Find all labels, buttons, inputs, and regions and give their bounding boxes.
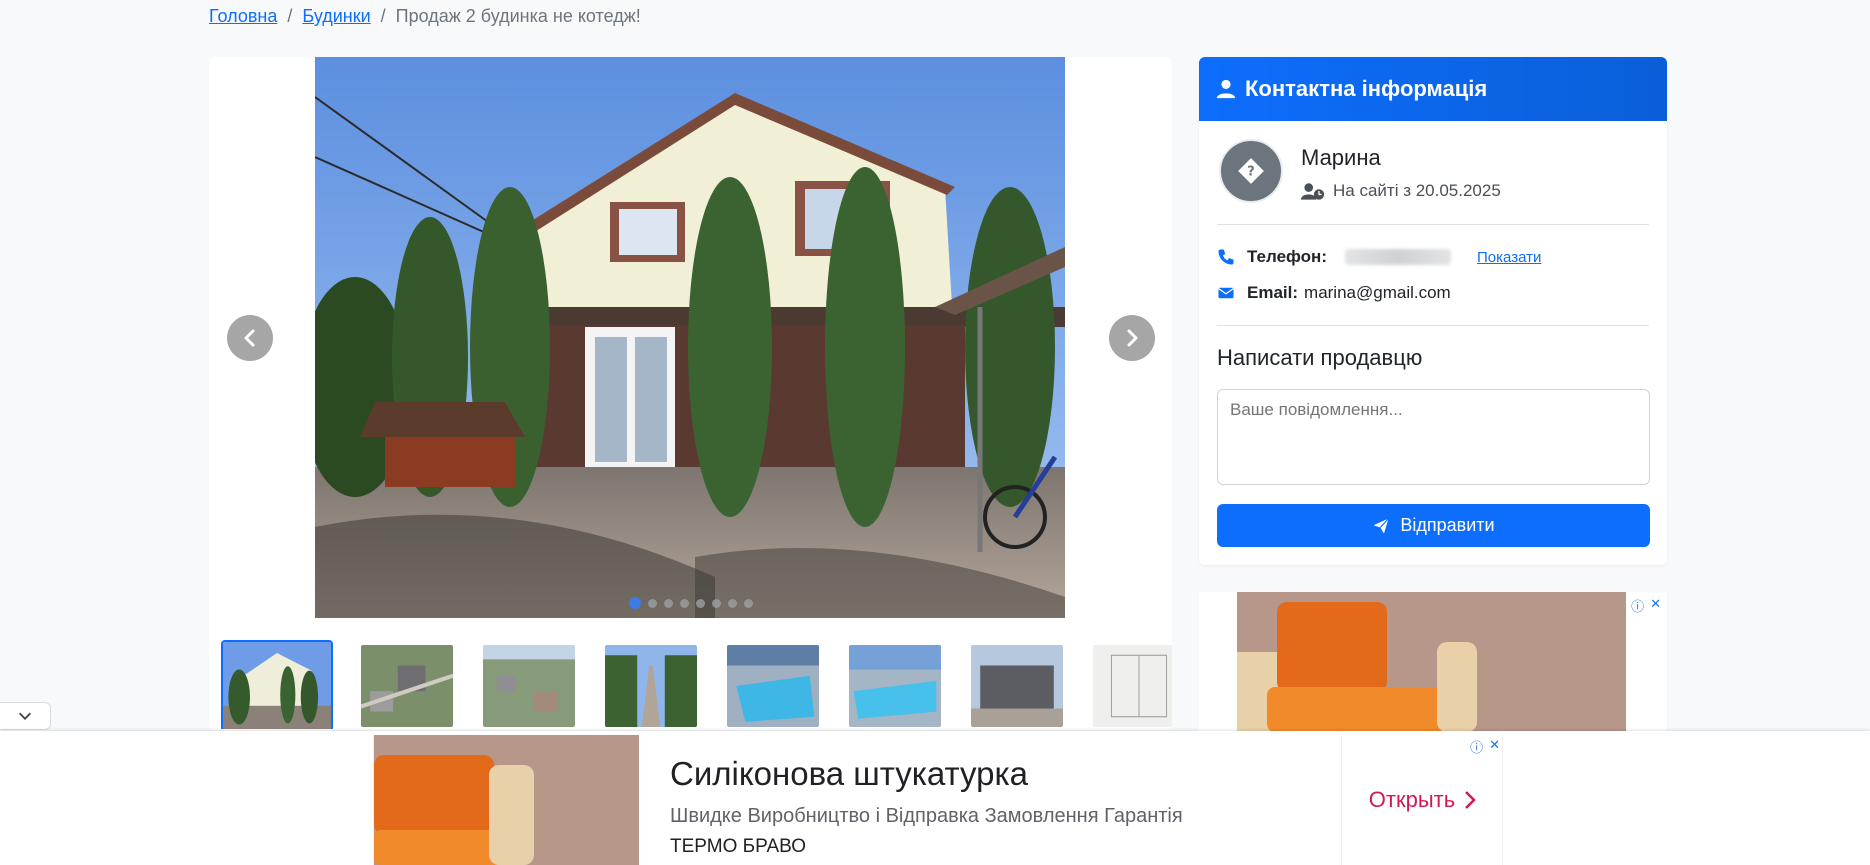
- thumbnail-annex[interactable]: [969, 643, 1065, 729]
- seller-info: ? Марина На сайті з 20.05.2025: [1219, 139, 1501, 203]
- thumbnail-aerial-1[interactable]: [359, 643, 455, 729]
- bottom-advertisement: Силіконова штукатурка Швидке Виробництво…: [0, 731, 1870, 865]
- ad-title[interactable]: Силіконова штукатурка: [670, 755, 1028, 793]
- ad-close-icon[interactable]: ✕: [1650, 596, 1661, 615]
- carousel-dot[interactable]: [712, 598, 721, 608]
- prev-photo-button[interactable]: [227, 315, 273, 361]
- breadcrumb-category-link[interactable]: Будинки: [302, 6, 370, 27]
- breadcrumb-separator: /: [287, 6, 293, 26]
- chevron-left-icon: [244, 329, 255, 347]
- member-since: На сайті з 20.05.2025: [1301, 181, 1501, 201]
- thumbnail-aerial-2[interactable]: [481, 643, 577, 729]
- divider: [1217, 325, 1649, 326]
- member-since-text: На сайті з 20.05.2025: [1333, 181, 1501, 200]
- phone-label: Телефон:: [1247, 247, 1327, 266]
- bottom-ad-content[interactable]: Силіконова штукатурка Швидке Виробництво…: [373, 735, 1503, 865]
- carousel-dot[interactable]: [728, 598, 737, 608]
- side-advertisement[interactable]: ⓘ ✕: [1199, 592, 1667, 732]
- chevron-right-icon: [1465, 791, 1476, 809]
- ad-open-label: Открыть: [1368, 787, 1456, 812]
- next-photo-button[interactable]: [1109, 315, 1155, 361]
- ad-info-icon[interactable]: ⓘ: [1631, 596, 1644, 615]
- write-seller-title: Написати продавцю: [1217, 345, 1423, 370]
- user-clock-icon: [1301, 183, 1325, 200]
- contact-card-header: Контактна інформація: [1199, 57, 1667, 121]
- thumbnail-pool-2[interactable]: [847, 643, 943, 729]
- phone-number-hidden: [1345, 249, 1451, 265]
- ad-close-icon[interactable]: ✕: [1489, 737, 1500, 756]
- thumbnail-floor-plan[interactable]: [1091, 643, 1172, 729]
- main-photo[interactable]: [315, 57, 1065, 618]
- seller-name: Марина: [1301, 145, 1381, 170]
- show-phone-link[interactable]: Показати: [1477, 249, 1541, 266]
- contact-card: Контактна інформація ? Марина На сайті з…: [1199, 57, 1667, 565]
- ad-image: [374, 735, 639, 865]
- carousel-dot[interactable]: [696, 598, 705, 608]
- ad-controls: ⓘ ✕: [1631, 596, 1661, 615]
- phone-icon: [1218, 249, 1234, 265]
- collapse-ad-button[interactable]: [0, 702, 51, 730]
- avatar: ?: [1219, 139, 1283, 203]
- ad-image: [1237, 592, 1626, 732]
- breadcrumb-separator: /: [380, 6, 386, 26]
- message-input[interactable]: [1217, 389, 1650, 485]
- thumbnail-house-front[interactable]: [221, 640, 333, 729]
- chevron-down-icon: [18, 712, 32, 720]
- question-diamond-icon: ?: [1238, 158, 1264, 184]
- send-button-label: Відправити: [1400, 515, 1495, 535]
- ad-description: Швидке Виробництво і Відправка Замовленн…: [670, 805, 1183, 827]
- ad-info-icon[interactable]: ⓘ: [1470, 737, 1483, 756]
- carousel-dot[interactable]: [648, 598, 657, 608]
- thumbnail-hedge-path[interactable]: [603, 643, 699, 729]
- carousel-dot[interactable]: [664, 598, 673, 608]
- breadcrumb: Головна / Будинки / Продаж 2 будинка не …: [209, 6, 641, 27]
- chevron-right-icon: [1127, 329, 1138, 347]
- carousel-dot[interactable]: [744, 598, 753, 608]
- ad-brand: ТЕРМО БРАВО: [670, 836, 806, 857]
- thumbnail-pool-1[interactable]: [725, 643, 821, 729]
- carousel-indicators: [629, 597, 753, 609]
- breadcrumb-current: Продаж 2 будинка не котедж!: [395, 6, 641, 26]
- carousel-dot[interactable]: [680, 598, 689, 608]
- carousel-dot[interactable]: [629, 597, 641, 609]
- svg-text:?: ?: [1247, 165, 1254, 180]
- photo-gallery: [209, 57, 1172, 730]
- ad-controls: ⓘ ✕: [1470, 737, 1500, 756]
- email-row: Email: marina@gmail.com: [1217, 283, 1451, 303]
- envelope-icon: [1218, 287, 1234, 299]
- user-icon: [1216, 79, 1236, 99]
- email-label: Email:: [1247, 283, 1299, 302]
- thumbnail-strip: [209, 629, 1172, 729]
- paper-plane-icon: [1373, 517, 1390, 533]
- contact-card-title: Контактна інформація: [1245, 76, 1488, 101]
- breadcrumb-home-link[interactable]: Головна: [209, 6, 277, 27]
- send-message-button[interactable]: Відправити: [1217, 504, 1650, 547]
- phone-row: Телефон: Показати: [1217, 247, 1541, 267]
- divider: [1217, 224, 1649, 225]
- email-value: marina@gmail.com: [1304, 283, 1451, 302]
